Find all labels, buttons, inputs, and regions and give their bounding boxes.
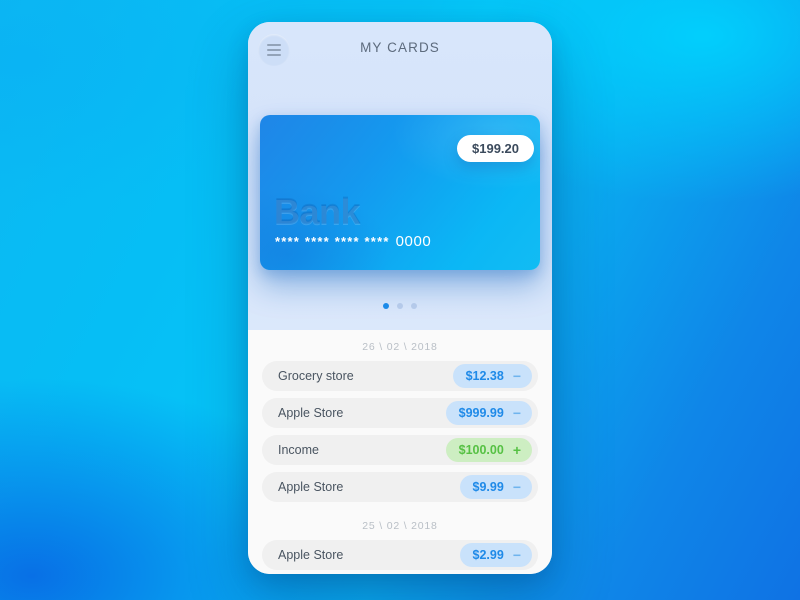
carousel-dot-3[interactable] xyxy=(411,303,417,309)
transaction-amount: $2.99 xyxy=(472,548,504,562)
minus-icon: − xyxy=(512,368,521,384)
credit-card[interactable]: Bank **** **** **** **** 0000 $199.20 xyxy=(260,115,540,270)
transaction-name: Income xyxy=(278,443,319,457)
carousel-dot-2[interactable] xyxy=(397,303,403,309)
top-bar: MY CARDS xyxy=(248,22,552,78)
card-number: **** **** **** **** 0000 xyxy=(275,233,431,250)
plus-icon: + xyxy=(512,442,521,458)
transaction-name: Grocery store xyxy=(278,369,354,383)
card-balance-badge: $199.20 xyxy=(457,135,534,162)
page-title: MY CARDS xyxy=(360,40,440,55)
phone-mockup: MY CARDS Bank **** **** **** **** 0000 $… xyxy=(248,22,552,574)
transaction-amount: $100.00 xyxy=(458,443,504,457)
transaction-row[interactable]: Income $100.00 + xyxy=(262,435,538,465)
card-carousel-dots[interactable] xyxy=(248,303,552,309)
transaction-name: Apple Store xyxy=(278,406,344,420)
transaction-amount: $12.38 xyxy=(465,369,504,383)
transaction-amount-pill: $2.99− xyxy=(459,543,532,567)
card-number-last-four: 0000 xyxy=(395,233,432,250)
transaction-amount-pill: $999.99− xyxy=(445,401,532,425)
transaction-row[interactable]: Apple Store $9.99− xyxy=(262,472,538,502)
card-number-mask: **** **** **** **** xyxy=(275,234,390,249)
transaction-name: Apple Store xyxy=(278,548,344,562)
transaction-date-separator: 25 \ 02 \ 2018 xyxy=(362,520,438,532)
transaction-name: Apple Store xyxy=(278,480,344,494)
transactions-list: 26 \ 02 \ 2018 Grocery store $12.38− Apple … xyxy=(248,330,552,574)
cards-section: MY CARDS Bank **** **** **** **** 0000 $… xyxy=(248,22,552,330)
bank-logo: Bank xyxy=(274,191,361,232)
minus-icon: − xyxy=(512,479,521,495)
transaction-amount-pill: $100.00 + xyxy=(445,438,532,462)
transaction-row[interactable]: Apple Store $999.99− xyxy=(262,398,538,428)
minus-icon: − xyxy=(512,405,521,421)
transaction-amount: $999.99 xyxy=(458,406,504,420)
transaction-amount: $9.99 xyxy=(472,480,504,494)
transaction-amount-pill: $12.38− xyxy=(452,364,532,388)
transaction-date-separator: 26 \ 02 \ 2018 xyxy=(362,341,438,353)
carousel-dot-1[interactable] xyxy=(383,303,389,309)
minus-icon: − xyxy=(512,547,521,563)
transaction-row[interactable]: Grocery store $12.38− xyxy=(262,361,538,391)
transaction-amount-pill: $9.99− xyxy=(459,475,532,499)
transaction-row[interactable]: Apple Store $2.99− xyxy=(262,540,538,570)
